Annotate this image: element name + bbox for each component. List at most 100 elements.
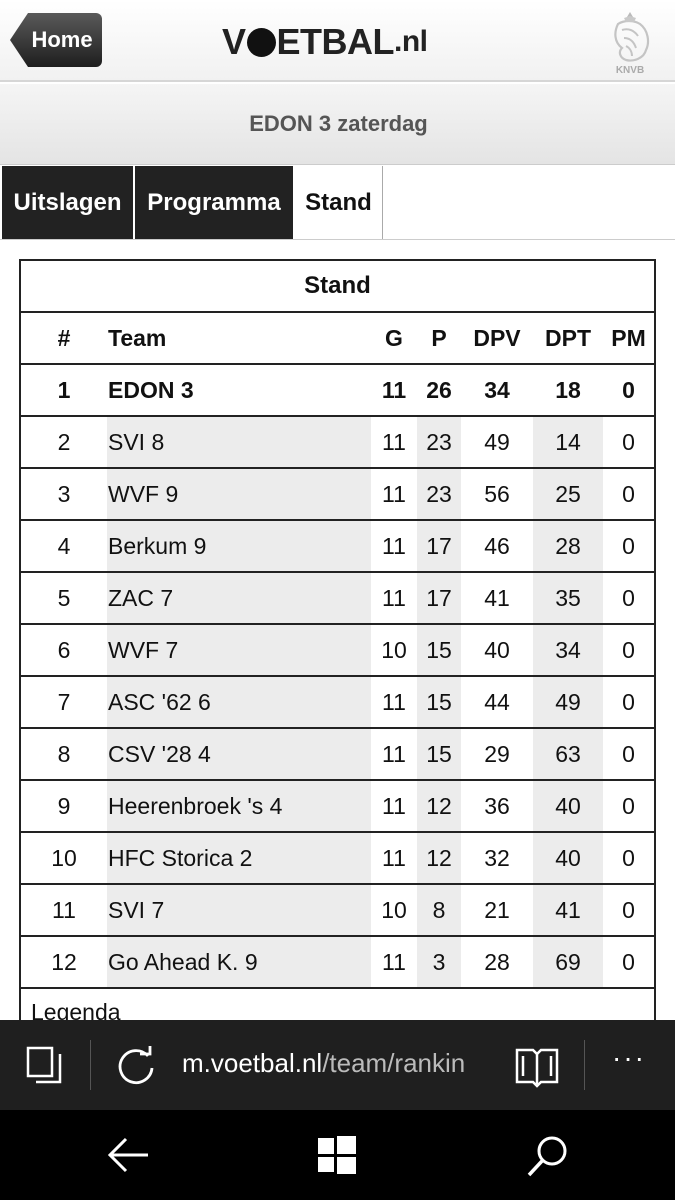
search-icon[interactable] (526, 1134, 570, 1178)
app-header: Home V ETBAL .nl KNVB (0, 0, 675, 82)
table-row[interactable]: 10 HFC Storica 2 11 12 32 40 0 (21, 833, 654, 885)
cell-penalty-points: 0 (622, 948, 635, 975)
cell-team[interactable]: EDON 3 (107, 365, 371, 415)
team-name: SVI 8 (108, 428, 165, 455)
cell-games: 11 (382, 688, 406, 715)
table-row[interactable]: 6 WVF 7 10 15 40 34 0 (21, 625, 654, 677)
table-row[interactable]: 8 CSV '28 4 11 15 29 63 0 (21, 729, 654, 781)
logo-text-left: V (222, 21, 246, 62)
team-title: EDON 3 zaterdag (249, 111, 428, 136)
cell-goals-against: 25 (533, 469, 603, 519)
cell-penalty-points: 0 (622, 844, 635, 871)
back-icon[interactable] (106, 1136, 150, 1174)
cell-team[interactable]: Go Ahead K. 9 (107, 937, 371, 987)
cell-goals-against: 18 (533, 365, 603, 415)
tab-uitslagen[interactable]: Uitslagen (2, 166, 133, 239)
cell-games: 10 (381, 896, 407, 923)
table-header-row: # Team G P DPV DPT PM (21, 313, 654, 365)
cell-goals-against: 40 (533, 833, 603, 883)
cell-goals-for: 41 (484, 584, 510, 611)
cell-points: 15 (417, 729, 461, 779)
address-bar[interactable]: m.voetbal.nl/team/rankin (182, 1048, 500, 1079)
table-row[interactable]: 12 Go Ahead K. 9 11 3 28 69 0 (21, 937, 654, 989)
more-options-button[interactable]: ··· (612, 1042, 646, 1074)
tabs-icon[interactable] (26, 1046, 64, 1086)
cell-goals-against: 41 (533, 885, 603, 935)
cell-goals-against: 35 (533, 573, 603, 623)
cell-goals-for: 46 (484, 532, 510, 559)
table-row[interactable]: 4 Berkum 9 11 17 46 28 0 (21, 521, 654, 573)
cell-team[interactable]: CSV '28 4 (107, 729, 371, 779)
cell-penalty-points: 0 (622, 896, 635, 923)
team-name: HFC Storica 2 (108, 844, 253, 871)
cell-team[interactable]: Heerenbroek 's 4 (107, 781, 371, 831)
cell-rank: 5 (57, 584, 71, 611)
cell-rank: 11 (52, 896, 76, 923)
table-row[interactable]: 9 Heerenbroek 's 4 11 12 36 40 0 (21, 781, 654, 833)
tab-programma[interactable]: Programma (135, 166, 293, 239)
cell-points: 26 (417, 365, 461, 415)
cell-points: 15 (417, 625, 461, 675)
cell-team[interactable]: ASC '62 6 (107, 677, 371, 727)
col-header-pm: PM (611, 324, 646, 351)
url-path: /team/rankin (322, 1048, 466, 1078)
cell-rank: 1 (57, 376, 71, 403)
cell-games: 11 (382, 948, 406, 975)
cell-goals-against: 63 (533, 729, 603, 779)
cell-team[interactable]: HFC Storica 2 (107, 833, 371, 883)
tab-label: Stand (305, 188, 372, 216)
tab-label: Programma (147, 188, 281, 216)
cell-team[interactable]: SVI 8 (107, 417, 371, 467)
cell-penalty-points: 0 (622, 636, 635, 663)
cell-goals-for: 44 (484, 688, 510, 715)
cell-goals-for: 36 (484, 792, 510, 819)
standing-table: Stand # Team G P DPV DPT PM 1 EDON 3 11 26 3… (19, 259, 656, 1059)
cell-team[interactable]: WVF 9 (107, 469, 371, 519)
cell-points: 12 (417, 833, 461, 883)
table-row[interactable]: 3 WVF 9 11 23 56 25 0 (21, 469, 654, 521)
home-button[interactable]: Home (10, 13, 102, 67)
team-name: SVI 7 (108, 896, 165, 923)
logo-text-right: ETBAL (276, 21, 395, 62)
cell-penalty-points: 0 (622, 532, 635, 559)
table-row[interactable]: 2 SVI 8 11 23 49 14 0 (21, 417, 654, 469)
tab-stand[interactable]: Stand (295, 166, 383, 239)
cell-team[interactable]: SVI 7 (107, 885, 371, 935)
col-header-dpt: DPT (533, 313, 603, 363)
cell-rank: 10 (51, 844, 77, 871)
team-name: ZAC 7 (108, 584, 174, 611)
cell-rank: 6 (57, 636, 71, 663)
cell-rank: 12 (51, 948, 77, 975)
url-host: m.voetbal.nl (182, 1048, 323, 1078)
cell-team[interactable]: Berkum 9 (107, 521, 371, 571)
col-header-team-label: Team (108, 324, 167, 351)
logo-suffix: .nl (394, 25, 428, 58)
table-row[interactable]: 7 ASC '62 6 11 15 44 49 0 (21, 677, 654, 729)
cell-team[interactable]: WVF 7 (107, 625, 371, 675)
cell-goals-for: 29 (484, 740, 510, 767)
cell-points: 17 (417, 573, 461, 623)
cell-goals-for: 21 (484, 896, 510, 923)
cell-points: 23 (417, 417, 461, 467)
cell-points: 15 (417, 677, 461, 727)
table-row[interactable]: 1 EDON 3 11 26 34 18 0 (21, 365, 654, 417)
voetbal-logo[interactable]: V ETBAL .nl (222, 18, 428, 66)
windows-start-icon[interactable] (318, 1136, 356, 1174)
cell-goals-for: 49 (484, 428, 510, 455)
reading-view-icon[interactable] (514, 1044, 560, 1088)
team-name: WVF 7 (108, 636, 179, 663)
cell-goals-against: 49 (533, 677, 603, 727)
refresh-icon[interactable] (114, 1044, 158, 1088)
table-row[interactable]: 5 ZAC 7 11 17 41 35 0 (21, 573, 654, 625)
cell-goals-against: 28 (533, 521, 603, 571)
toolbar-divider (584, 1040, 585, 1090)
cell-goals-for: 34 (484, 376, 510, 403)
system-nav-bar (0, 1110, 675, 1200)
cell-goals-for: 40 (484, 636, 510, 663)
knvb-lion-icon (614, 12, 650, 62)
cell-goals-for: 28 (484, 948, 510, 975)
cell-team[interactable]: ZAC 7 (107, 573, 371, 623)
cell-games: 10 (381, 636, 407, 663)
cell-goals-against: 40 (533, 781, 603, 831)
table-row[interactable]: 11 SVI 7 10 8 21 41 0 (21, 885, 654, 937)
